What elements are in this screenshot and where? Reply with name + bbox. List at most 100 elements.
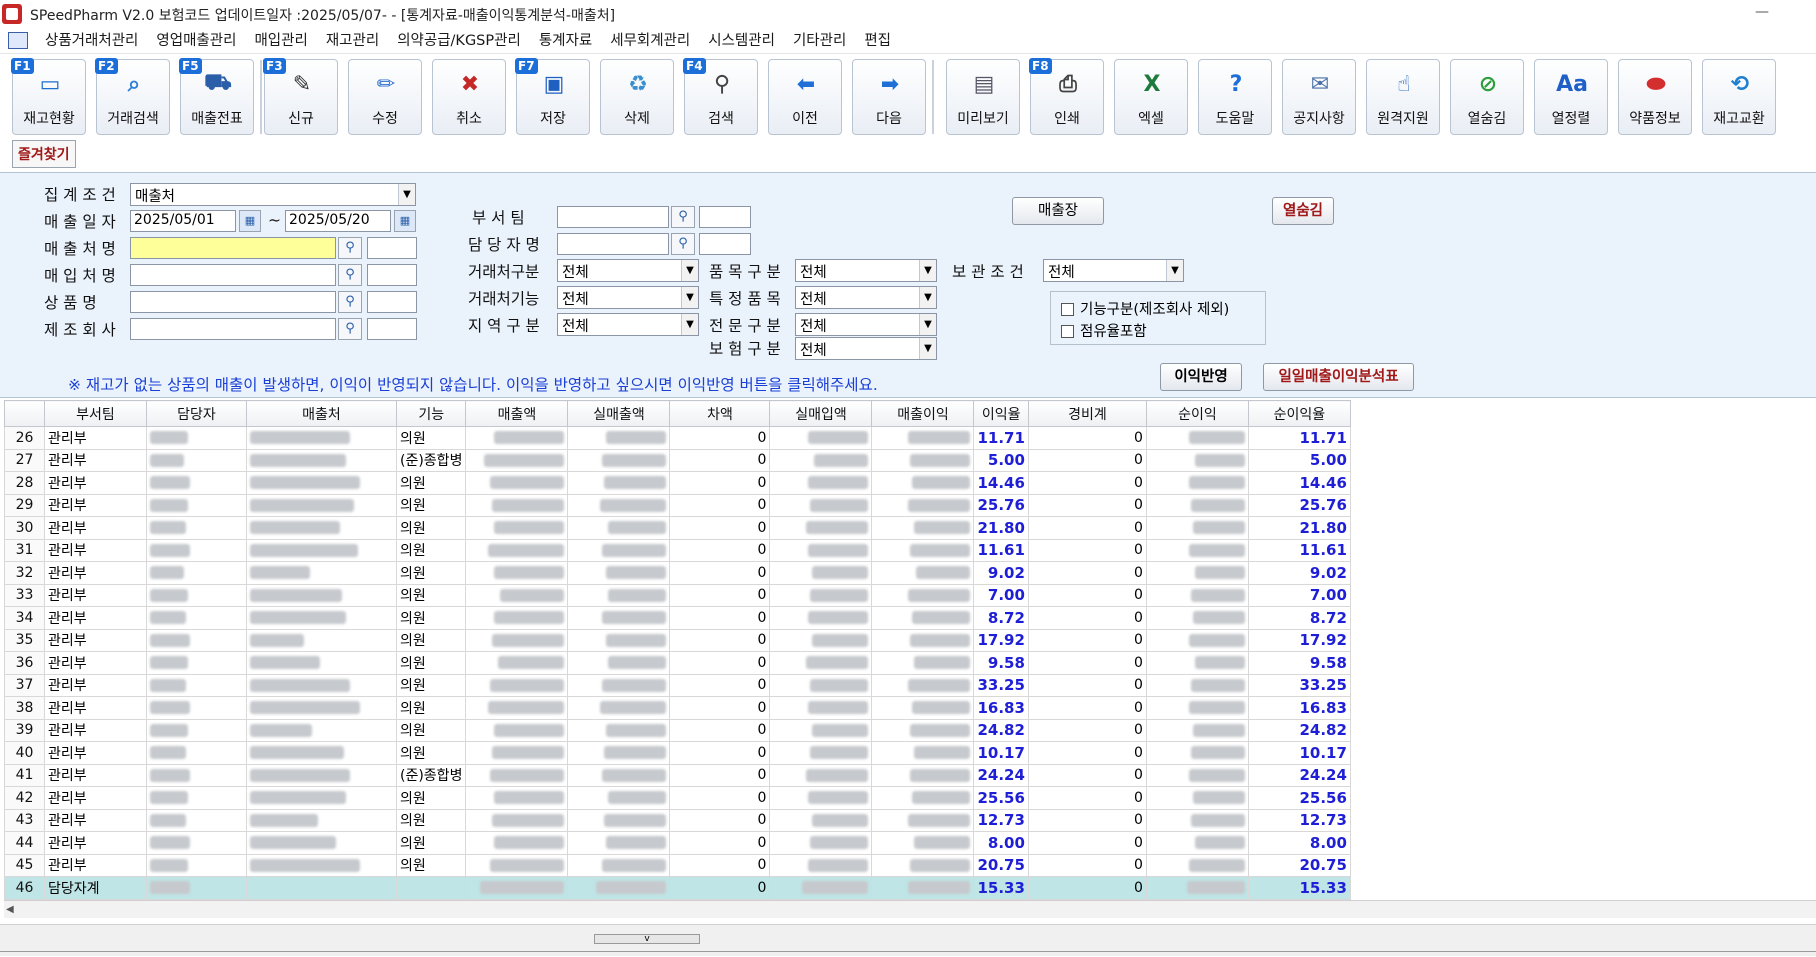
menu-item[interactable]: 매입관리 <box>245 31 316 51</box>
toolbar-button[interactable]: ✏ 수정 <box>348 59 422 135</box>
column-header[interactable]: 매출액 <box>465 400 569 427</box>
minimize-button[interactable]: — <box>1742 0 1782 28</box>
table-row[interactable]: 35 관리부 의원 0 17.92 0 17.92 <box>4 628 1351 652</box>
column-header[interactable]: 담당자 <box>146 400 247 427</box>
ledger-button[interactable]: 매출장 <box>1012 197 1104 225</box>
horizontal-scrollbar[interactable]: ◀ <box>4 900 1816 918</box>
column-header[interactable]: 실매입액 <box>769 400 873 427</box>
maker-code-input[interactable] <box>367 318 417 340</box>
panel-splitter[interactable]: v <box>0 924 1816 956</box>
profit-apply-button[interactable]: 이익반영 <box>1160 363 1242 391</box>
table-row[interactable]: 45 관리부 의원 0 20.75 0 20.75 <box>4 853 1351 877</box>
menu-item[interactable]: 재고관리 <box>317 31 388 51</box>
table-row[interactable]: 29 관리부 의원 0 25.76 0 25.76 <box>4 493 1351 517</box>
client-type-select[interactable]: 전체 ▼ <box>557 259 699 282</box>
maker-input[interactable] <box>130 318 336 340</box>
toolbar-button[interactable]: ⊘ 열숨김 <box>1450 59 1524 135</box>
window-menu-icon[interactable] <box>8 32 28 49</box>
toolbar-button[interactable]: Aa 열정렬 <box>1534 59 1608 135</box>
column-header[interactable]: 이익율 <box>973 400 1029 427</box>
product-code-input[interactable] <box>367 291 417 313</box>
table-row[interactable]: 41 관리부 (준)종합병 0 24.24 0 24.24 <box>4 763 1351 787</box>
special-item-select[interactable]: 전체 ▼ <box>795 286 937 309</box>
toolbar-button[interactable]: ⚲ 검색 F4 <box>683 58 758 135</box>
menu-item[interactable]: 세무회계관리 <box>601 31 699 51</box>
customer-input[interactable] <box>130 237 336 259</box>
date-from-field[interactable]: 2025/05/01 <box>130 210 236 232</box>
favorites-button[interactable]: 즐겨찾기 <box>12 140 76 168</box>
toolbar-button[interactable]: X 엑셀 <box>1114 59 1188 135</box>
toolbar-button[interactable]: ⬬ 약품정보 <box>1618 59 1692 135</box>
column-header[interactable]: 기능 <box>395 400 467 427</box>
scroll-left-icon[interactable]: ◀ <box>6 901 20 918</box>
table-row[interactable]: 28 관리부 의원 0 14.46 0 14.46 <box>4 471 1351 495</box>
table-row[interactable]: 43 관리부 의원 0 12.73 0 12.73 <box>4 808 1351 832</box>
menu-item[interactable]: 편집 <box>855 31 900 51</box>
hide-column-button[interactable]: 열숨김 <box>1272 197 1334 225</box>
table-row[interactable]: 33 관리부 의원 0 7.00 0 7.00 <box>4 583 1351 607</box>
product-search-icon[interactable]: ⚲ <box>338 291 362 313</box>
table-row[interactable]: 36 관리부 의원 0 9.58 0 9.58 <box>4 651 1351 675</box>
table-row[interactable]: 26 관리부 의원 0 11.71 0 11.71 <box>4 426 1351 450</box>
date-to-field[interactable]: 2025/05/20 <box>285 210 391 232</box>
table-row[interactable]: 39 관리부 의원 0 24.82 0 24.82 <box>4 718 1351 742</box>
manager-search-icon[interactable]: ⚲ <box>671 233 695 255</box>
toolbar-button[interactable]: ⛟ 매출전표 F5 <box>179 58 254 135</box>
share-checkbox[interactable]: 점유율포함 <box>1061 320 1147 341</box>
menu-item[interactable]: 상품거래처관리 <box>36 31 147 51</box>
dept-code-input[interactable] <box>699 206 751 228</box>
table-row[interactable]: 44 관리부 의원 0 8.00 0 8.00 <box>4 831 1351 855</box>
table-row[interactable]: 34 관리부 의원 0 8.72 0 8.72 <box>4 606 1351 630</box>
column-header[interactable]: 경비계 <box>1027 400 1147 427</box>
maker-search-icon[interactable]: ⚲ <box>338 318 362 340</box>
toolbar-button[interactable]: ♻ 삭제 <box>600 59 674 135</box>
supplier-search-icon[interactable]: ⚲ <box>338 264 362 286</box>
storage-select[interactable]: 전체 ▼ <box>1043 259 1184 282</box>
item-type-select[interactable]: 전체 ▼ <box>795 259 937 282</box>
table-row[interactable]: 27 관리부 (준)종합병 0 5.00 0 5.00 <box>4 448 1351 472</box>
menu-item[interactable]: 기타관리 <box>784 31 855 51</box>
table-row[interactable]: 40 관리부 의원 0 10.17 0 10.17 <box>4 741 1351 765</box>
client-func-select[interactable]: 전체 ▼ <box>557 286 699 309</box>
supplier-input[interactable] <box>130 264 336 286</box>
column-header[interactable]: 순이익 <box>1145 400 1249 427</box>
column-header[interactable]: 순이익율 <box>1247 400 1351 427</box>
toolbar-button[interactable]: ☝ 원격지원 <box>1366 59 1440 135</box>
toolbar-button[interactable]: ⟲ 재고교환 <box>1702 59 1776 135</box>
region-select[interactable]: 전체 ▼ <box>557 313 699 336</box>
toolbar-button[interactable]: ▤ 미리보기 <box>946 59 1020 135</box>
manager-input[interactable] <box>557 233 669 255</box>
customer-code-input[interactable] <box>367 237 417 259</box>
function-checkbox[interactable]: 기능구분(제조회사 제외) <box>1061 298 1229 319</box>
toolbar-button[interactable]: ▭ 재고현황 F1 <box>11 58 86 135</box>
menu-item[interactable]: 의약공급/KGSP관리 <box>388 31 530 51</box>
table-row[interactable]: 30 관리부 의원 0 21.80 0 21.80 <box>4 516 1351 540</box>
toolbar-button[interactable]: ▣ 저장 F7 <box>515 58 590 135</box>
table-row[interactable]: 42 관리부 의원 0 25.56 0 25.56 <box>4 786 1351 810</box>
column-header[interactable]: 실매출액 <box>567 400 671 427</box>
column-header[interactable]: 부서팀 <box>44 400 147 427</box>
calendar-icon[interactable]: ▦ <box>239 210 261 232</box>
aggregate-select[interactable]: 매출처 ▼ <box>130 183 416 206</box>
dept-input[interactable] <box>557 206 669 228</box>
column-header[interactable]: 매출처 <box>246 400 397 427</box>
toolbar-button[interactable]: ✖ 취소 <box>432 59 506 135</box>
toolbar-button[interactable]: ⎙ 인쇄 F8 <box>1029 58 1104 135</box>
menu-item[interactable]: 시스템관리 <box>699 31 784 51</box>
toolbar-button[interactable]: ? 도움말 <box>1198 59 1272 135</box>
table-row[interactable]: 38 관리부 의원 0 16.83 0 16.83 <box>4 696 1351 720</box>
calendar-icon[interactable]: ▦ <box>394 210 416 232</box>
toolbar-button[interactable]: ✎ 신규 F3 <box>263 58 338 135</box>
toolbar-button[interactable]: ➡ 다음 <box>852 59 926 135</box>
manager-code-input[interactable] <box>699 233 751 255</box>
toolbar-button[interactable]: ⌕ 거래검색 F2 <box>95 58 170 135</box>
column-header[interactable]: 매출이익 <box>871 400 975 427</box>
table-row[interactable]: 37 관리부 의원 0 33.25 0 33.25 <box>4 673 1351 697</box>
specialty-select[interactable]: 전체 ▼ <box>795 313 937 336</box>
table-row[interactable]: 31 관리부 의원 0 11.61 0 11.61 <box>4 538 1351 562</box>
menu-item[interactable]: 통계자료 <box>530 31 601 51</box>
toolbar-button[interactable]: ⬅ 이전 <box>768 59 842 135</box>
dept-search-icon[interactable]: ⚲ <box>671 206 695 228</box>
splitter-handle[interactable]: v <box>594 934 700 944</box>
total-row[interactable]: 46 담당자계 0 15.33 0 15.33 <box>4 876 1351 900</box>
